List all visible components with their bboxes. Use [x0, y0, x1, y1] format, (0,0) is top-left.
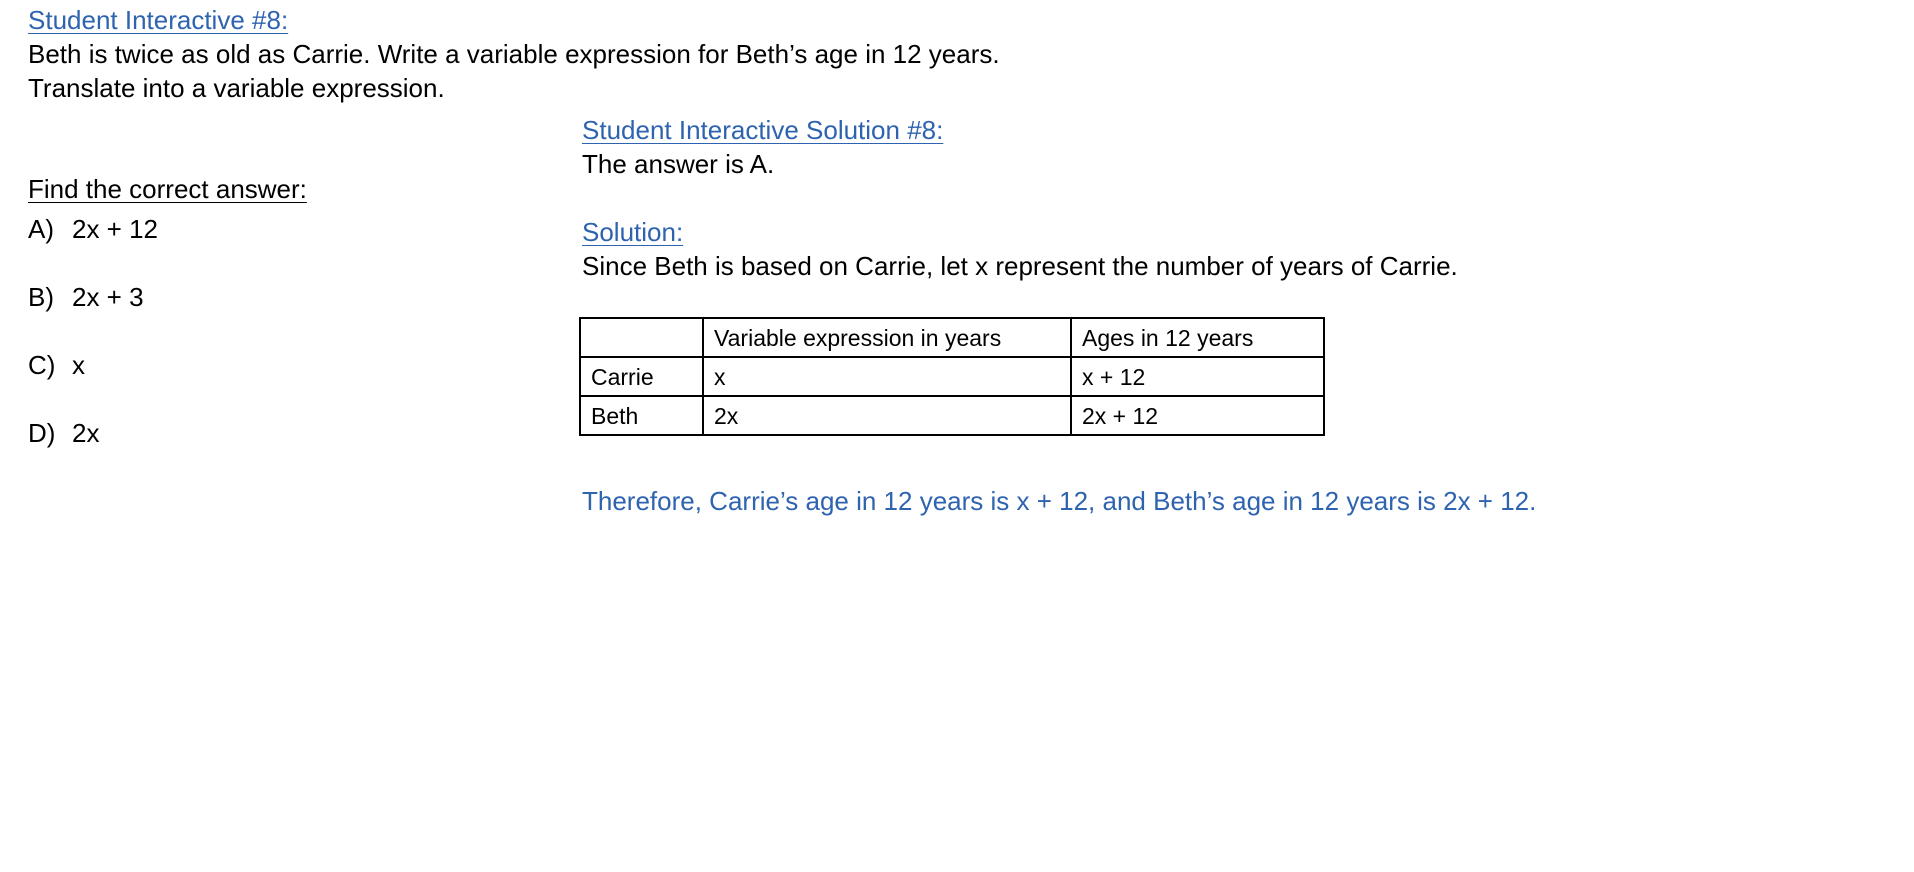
problem-statement: Beth is twice as old as Carrie. Write a … — [28, 39, 1000, 69]
table-cell: Carrie — [579, 356, 704, 397]
choice-letter: A) — [28, 214, 54, 244]
choice-c[interactable]: C) x — [28, 348, 85, 382]
choices-prompt: Find the correct answer: — [28, 174, 307, 204]
choice-text: 2x + 3 — [72, 282, 144, 312]
table-cell: 2x — [702, 395, 1072, 436]
choice-text: 2x + 12 — [72, 214, 159, 244]
choice-b[interactable]: B) 2x + 3 — [28, 280, 144, 314]
problem-instruction: Translate into a variable expression. — [28, 73, 445, 103]
choice-letter: D) — [28, 418, 56, 448]
table-cell: Beth — [579, 395, 704, 436]
table-row: Carrie x x + 12 — [579, 356, 1325, 397]
solution-answer: The answer is A. — [582, 149, 775, 179]
choice-a[interactable]: A) 2x + 12 — [28, 212, 158, 246]
table-cell: x + 12 — [1070, 356, 1325, 397]
table-header-cell: Variable expression in years — [702, 317, 1072, 358]
table-row: Beth 2x 2x + 12 — [579, 395, 1325, 436]
solution-heading[interactable]: Student Interactive Solution #8: — [582, 113, 943, 147]
table-cell: 2x + 12 — [1070, 395, 1325, 436]
choice-text: 2x — [72, 418, 100, 448]
table-header-cell: Ages in 12 years — [1070, 317, 1325, 358]
problem-heading[interactable]: Student Interactive #8: — [28, 3, 288, 37]
solution-conclusion: Therefore, Carrie’s age in 12 years is x… — [582, 486, 1537, 516]
solution-table: Variable expression in years Ages in 12 … — [579, 317, 1325, 436]
choice-letter: C) — [28, 350, 56, 380]
choice-d[interactable]: D) 2x — [28, 416, 99, 450]
solution-explanation: Since Beth is based on Carrie, let x rep… — [582, 251, 1458, 281]
table-header-row: Variable expression in years Ages in 12 … — [579, 317, 1325, 358]
solution-subheading[interactable]: Solution: — [582, 215, 683, 249]
table-header-cell — [579, 317, 704, 358]
choice-text: x — [72, 350, 85, 380]
choice-letter: B) — [28, 282, 54, 312]
table-cell: x — [702, 356, 1072, 397]
